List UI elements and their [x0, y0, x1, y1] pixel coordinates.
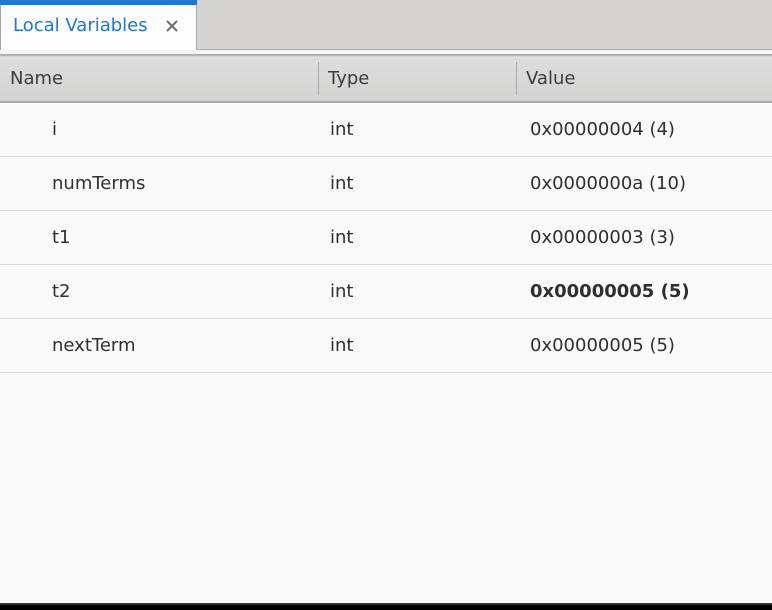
tab-local-variables[interactable]: Local Variables [0, 0, 197, 50]
tab-label: Local Variables [13, 15, 148, 36]
table-row[interactable]: numTermsint0x0000000a (10) [0, 157, 772, 211]
footer-divider [0, 603, 772, 610]
variables-table: Name Type Value iint0x00000004 (4)numTer… [0, 55, 772, 373]
variable-value: 0x00000004 (4) [516, 102, 772, 157]
table-header-row: Name Type Value [0, 56, 772, 103]
variable-name: t1 [0, 211, 318, 265]
variable-name: t2 [0, 265, 318, 319]
variable-type: int [318, 265, 516, 319]
column-header-name[interactable]: Name [0, 56, 318, 103]
variable-type: int [318, 157, 516, 211]
variable-value: 0x0000000a (10) [516, 157, 772, 211]
tab-active-accent [0, 0, 197, 5]
column-header-type[interactable]: Type [318, 56, 516, 103]
column-header-value[interactable]: Value [516, 56, 772, 103]
variable-name: i [0, 102, 318, 157]
variable-type: int [318, 211, 516, 265]
variables-grid: Name Type Value iint0x00000004 (4)numTer… [0, 54, 772, 603]
tab-bar: Local Variables [0, 0, 772, 50]
variable-type: int [318, 319, 516, 373]
table-row[interactable]: nextTermint0x00000005 (5) [0, 319, 772, 373]
variable-value: 0x00000003 (3) [516, 211, 772, 265]
close-icon[interactable] [164, 18, 180, 34]
table-row[interactable]: iint0x00000004 (4) [0, 102, 772, 157]
table-row[interactable]: t2int0x00000005 (5) [0, 265, 772, 319]
variable-value: 0x00000005 (5) [516, 265, 772, 319]
variable-name: nextTerm [0, 319, 318, 373]
variable-value: 0x00000005 (5) [516, 319, 772, 373]
variable-type: int [318, 102, 516, 157]
local-variables-panel: Local Variables Name Type Value iint0x00… [0, 0, 772, 610]
table-row[interactable]: t1int0x00000003 (3) [0, 211, 772, 265]
variable-name: numTerms [0, 157, 318, 211]
